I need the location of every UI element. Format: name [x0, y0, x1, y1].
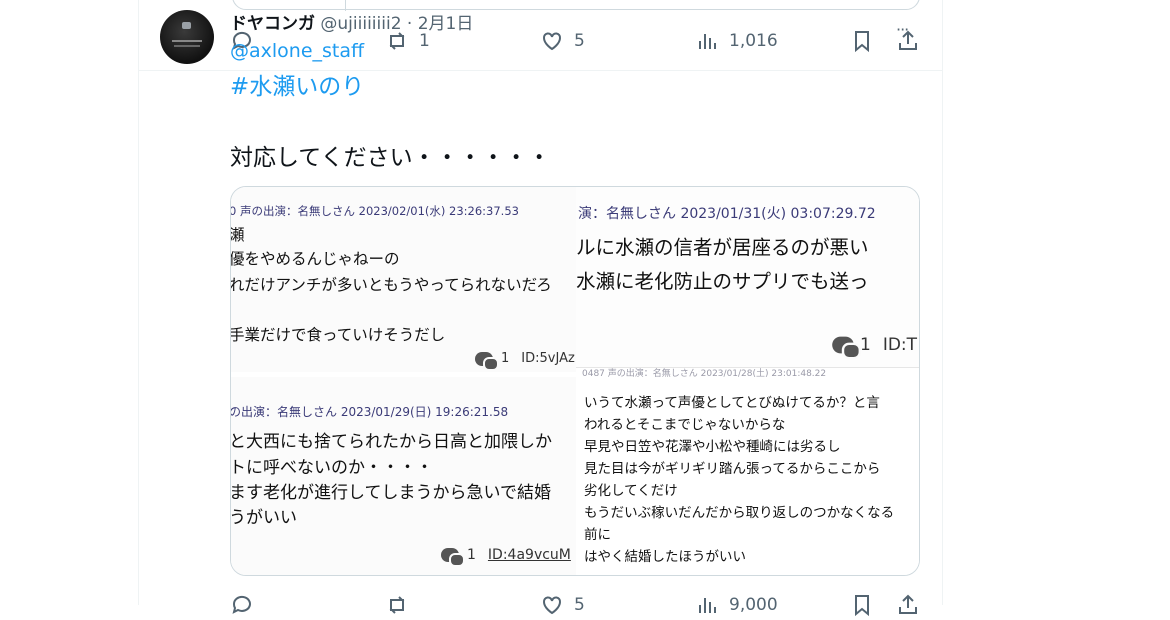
post-line: はやく結婚したほうがいい: [584, 549, 746, 565]
media-screenshot-3: の出演：名無しさん 2023/01/29(日) 19:26:21.58 と大西に…: [231, 377, 576, 575]
like-button[interactable]: 5: [540, 590, 585, 620]
comment-icon: [441, 548, 465, 567]
post-line: 水瀬に老化防止のサプリでも送っ: [576, 270, 869, 293]
hashtag-link[interactable]: #水瀬いのり: [230, 67, 364, 101]
post-meta: 0487 声の出演：名無しさん 2023/01/28(土) 23:01:48.2…: [582, 369, 827, 379]
heart-icon: [543, 32, 561, 51]
post-line: 優をやめるんじゃねーの: [231, 250, 400, 268]
retweet-button[interactable]: [385, 590, 409, 620]
comment-icon: [475, 351, 499, 371]
bookmark-icon: [855, 31, 869, 53]
tweet-media-image[interactable]: 0 声の出演：名無しさん 2023/02/01(水) 23:26:37.53 瀬…: [230, 186, 920, 576]
avatar[interactable]: [160, 10, 214, 64]
post-line: 早見や日笠や花澤や小松や種崎には劣るし: [584, 439, 841, 455]
post-footer: 1 ID:T: [832, 335, 918, 360]
retweet-icon: [389, 596, 405, 614]
view-count: 1,016: [729, 31, 778, 51]
post-line: うがいい: [231, 508, 297, 528]
post-reply-count: 1: [501, 351, 510, 366]
share-icon: [899, 30, 917, 50]
post-meta: 演：名無しさん 2023/01/31(火) 03:07:29.72: [578, 206, 876, 222]
post-line: トに呼べないのか・・・・: [231, 458, 433, 478]
post-meta: 0 声の出演：名無しさん 2023/02/01(水) 23:26:37.53: [231, 204, 519, 218]
post-line: 前に: [584, 527, 611, 543]
views-button[interactable]: 1,016: [695, 26, 778, 56]
media-screenshot-1: 0 声の出演：名無しさん 2023/02/01(水) 23:26:37.53 瀬…: [231, 187, 576, 372]
post-meta: の出演：名無しさん 2023/01/29(日) 19:26:21.58: [231, 405, 509, 419]
bookmark-icon: [855, 595, 869, 617]
post-id: ID:4a9vcuM: [487, 547, 571, 563]
post-footer: 1 ID:4a9vcuM: [441, 547, 571, 567]
reply-icon: [232, 595, 251, 614]
post-id: ID:T: [882, 335, 918, 355]
like-count: 5: [574, 595, 585, 615]
post-line: 見た目は今がギリギリ踏ん張ってるからここから: [584, 461, 881, 477]
post-line: 瀬: [231, 223, 245, 245]
views-icon: [699, 34, 716, 49]
post-line: 手業だけで食っていけそうだし: [231, 326, 446, 344]
post-line: われるとそこまでじゃないからな: [584, 417, 786, 433]
media-screenshot-4: 0487 声の出演：名無しさん 2023/01/28(土) 23:01:48.2…: [576, 367, 919, 575]
post-line: れだけアンチが多いともうやってられないだろ: [231, 276, 552, 294]
retweet-icon: [389, 32, 405, 50]
reply-button[interactable]: [230, 590, 254, 620]
views-button[interactable]: 9,000: [695, 590, 778, 620]
share-button[interactable]: [896, 590, 920, 620]
tweet-text: 対応してください・・・・・・: [230, 145, 551, 171]
bookmark-button[interactable]: [850, 590, 874, 620]
heart-icon: [543, 596, 561, 615]
post-line: 劣化してくだけ: [584, 483, 678, 499]
like-button[interactable]: 5: [540, 26, 585, 56]
post-line: ルに水瀬の信者が居座るのが悪い: [576, 236, 869, 259]
post-line: もうだいぶ稼いだんだから取り返しのつかなくなる: [584, 505, 895, 521]
retweet-count: 1: [419, 31, 430, 51]
bookmark-button[interactable]: [850, 26, 874, 56]
post-id: ID:5vJAz: [521, 351, 575, 366]
view-count: 9,000: [729, 595, 778, 615]
comment-icon: [832, 336, 861, 360]
retweet-button[interactable]: 1: [385, 26, 430, 56]
mention-link[interactable]: @axlone_staff: [230, 40, 364, 62]
post-reply-count: 1: [860, 335, 871, 355]
tweet-actions-bottom: 5 9,000: [230, 590, 920, 620]
post-reply-count: 1: [467, 547, 476, 563]
share-icon: [899, 594, 917, 614]
share-button[interactable]: [896, 26, 920, 56]
post-line: ます老化が進行してしまうから急いで結婚: [231, 483, 551, 503]
like-count: 5: [574, 31, 585, 51]
post-footer: 1 ID:5vJAz: [475, 351, 575, 371]
media-screenshot-2: 演：名無しさん 2023/01/31(火) 03:07:29.72 ルに水瀬の信…: [576, 187, 919, 372]
post-line: いうて水瀬って声優としてとびぬけてるか？と言: [584, 395, 880, 411]
views-icon: [699, 598, 716, 613]
post-line: と大西にも捨てられたから日高と加隈しか: [231, 432, 552, 452]
